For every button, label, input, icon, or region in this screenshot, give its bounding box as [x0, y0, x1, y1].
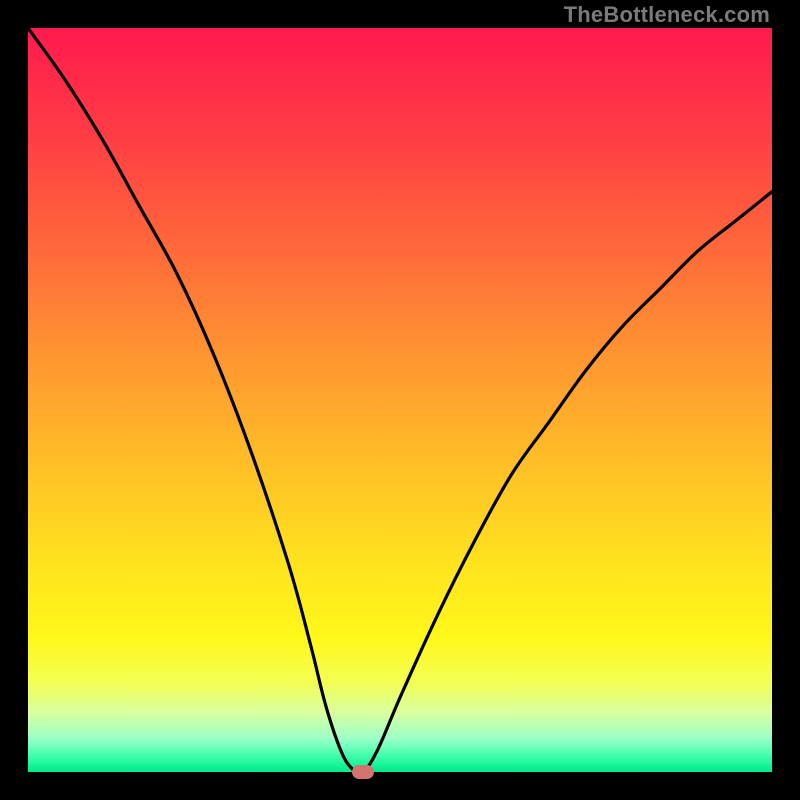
bottleneck-curve — [28, 28, 772, 772]
optimum-marker — [352, 765, 374, 779]
watermark-text: TheBottleneck.com — [564, 2, 770, 28]
curve-svg — [28, 28, 772, 772]
chart-frame: TheBottleneck.com — [0, 0, 800, 800]
plot-area — [28, 28, 772, 772]
